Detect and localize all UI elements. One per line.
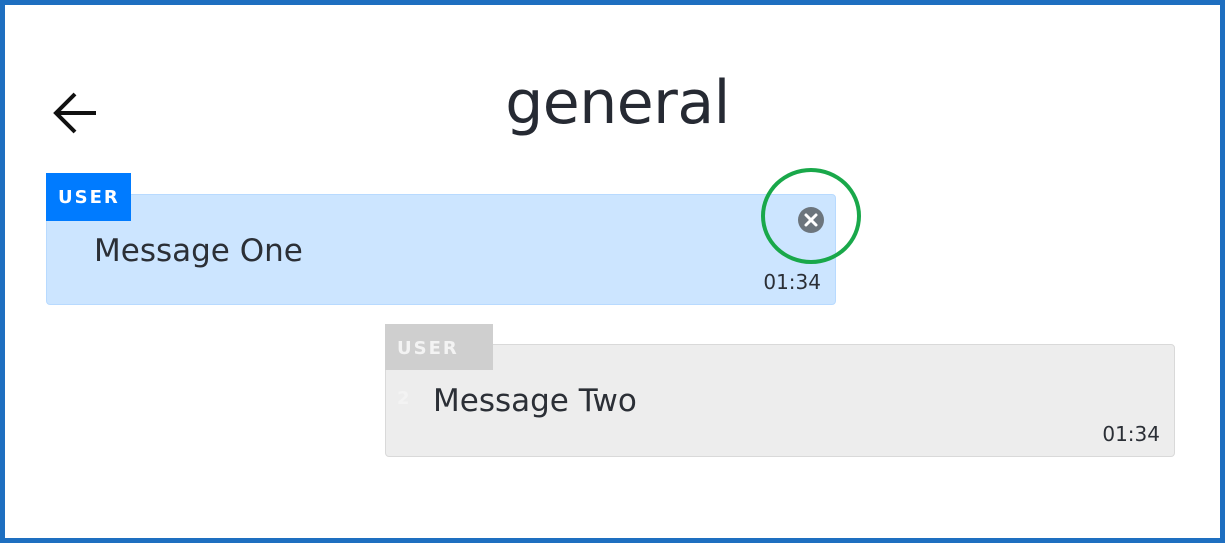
message-text: Message Two [433,383,637,419]
channel-title: general [505,68,730,138]
message-text: Message One [94,233,303,269]
message-bubble: Message One 01:34 [46,194,836,305]
delete-message-button[interactable] [797,206,825,234]
message-timestamp: 01:34 [763,270,821,294]
message-bubble: Message Two 01:34 [385,344,1175,457]
close-circle-icon [798,207,824,233]
user-tag: USER [46,173,131,221]
user-tag: USER 2 [385,324,493,409]
message-timestamp: 01:34 [1102,422,1160,446]
